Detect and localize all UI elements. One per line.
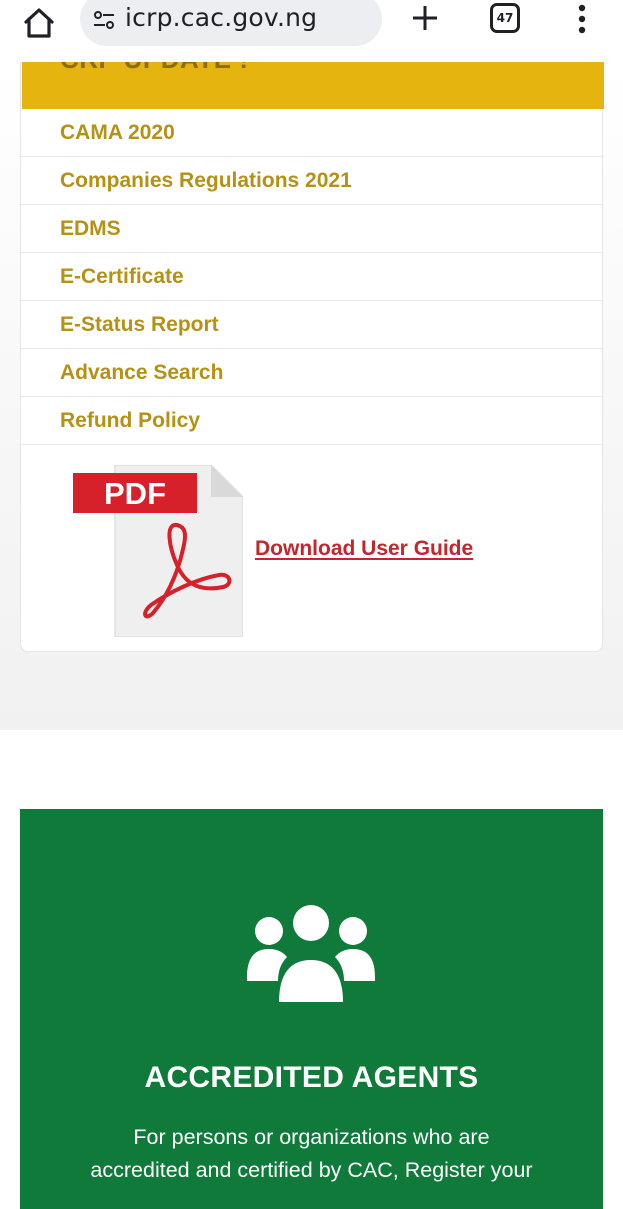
pdf-file-icon[interactable]: PDF [73, 465, 243, 637]
tab-count: 47 [496, 11, 514, 25]
link-advance-search[interactable]: Advance Search [21, 349, 604, 397]
download-user-guide-link[interactable]: Download User Guide [255, 537, 473, 561]
agents-description: For persons or organizations who are acc… [50, 1121, 573, 1187]
page-content: CRP UPDATE ! CAMA 2020 Companies Regulat… [0, 62, 623, 1209]
link-e-status-report[interactable]: E-Status Report [21, 301, 604, 349]
tune-icon[interactable] [93, 9, 115, 31]
plus-icon[interactable] [409, 2, 441, 34]
link-cama-2020[interactable]: CAMA 2020 [21, 109, 604, 157]
agents-description-line: accredited and certified by CAC, Registe… [90, 1158, 533, 1182]
card-title: CRP UPDATE ! [60, 62, 249, 75]
tab-switcher-button[interactable]: 47 [490, 3, 520, 33]
link-edms[interactable]: EDMS [21, 205, 604, 253]
link-companies-regulations[interactable]: Companies Regulations 2021 [21, 157, 604, 205]
address-bar[interactable]: icrp.cac.gov.ng [80, 0, 382, 46]
browser-toolbar: icrp.cac.gov.ng 47 [0, 0, 623, 62]
more-vert-icon[interactable] [572, 2, 592, 36]
update-link-list: CAMA 2020 Companies Regulations 2021 EDM… [21, 109, 604, 445]
home-icon[interactable] [22, 6, 56, 40]
pdf-badge-text: PDF [104, 476, 166, 511]
agents-heading: ACCREDITED AGENTS [144, 1061, 479, 1094]
users-group-icon [247, 902, 375, 1005]
link-e-certificate[interactable]: E-Certificate [21, 253, 604, 301]
agents-description-line: For persons or organizations who are [133, 1125, 490, 1149]
url-text[interactable]: icrp.cac.gov.ng [125, 3, 317, 32]
crp-update-card: CRP UPDATE ! CAMA 2020 Companies Regulat… [20, 62, 604, 652]
card-header: CRP UPDATE ! [22, 62, 604, 109]
link-refund-policy[interactable]: Refund Policy [21, 397, 604, 445]
accredited-agents-section: ACCREDITED AGENTS For persons or organiz… [20, 809, 603, 1209]
